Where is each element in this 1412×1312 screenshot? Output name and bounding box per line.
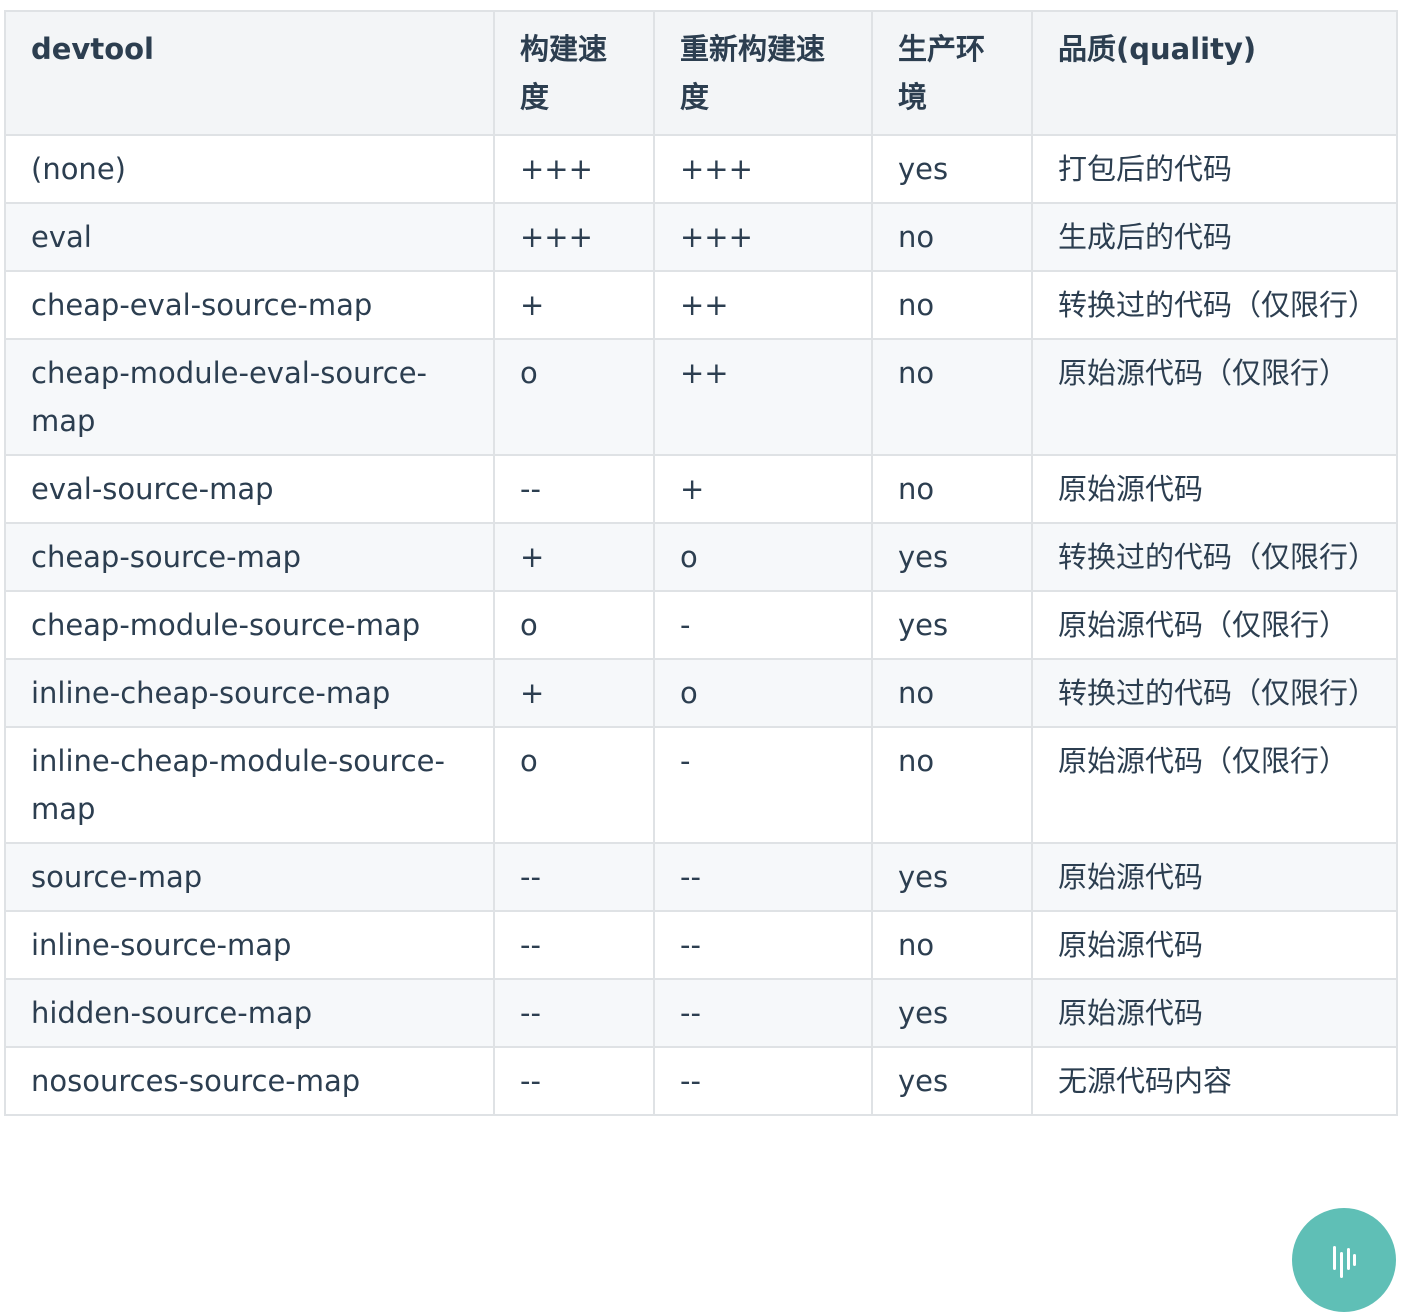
cell-build-speed: +: [493, 270, 655, 340]
cell-devtool: cheap-source-map: [4, 522, 495, 592]
cell-production: yes: [871, 1046, 1033, 1116]
cell-quality: 原始源代码（仅限行）: [1031, 338, 1398, 456]
cell-build-speed: --: [493, 910, 655, 980]
cell-build-speed: o: [493, 726, 655, 844]
cell-devtool: nosources-source-map: [4, 1046, 495, 1116]
table-row: nosources-source-map -- -- yes 无源代码内容: [4, 1046, 1398, 1116]
cell-quality: 无源代码内容: [1031, 1046, 1398, 1116]
cell-rebuild-speed: ++: [653, 338, 873, 456]
cell-quality: 原始源代码: [1031, 910, 1398, 980]
cell-quality: 原始源代码（仅限行）: [1031, 726, 1398, 844]
table-row: eval-source-map -- + no 原始源代码: [4, 454, 1398, 524]
table-row: (none) +++ +++ yes 打包后的代码: [4, 134, 1398, 204]
table-row: cheap-module-source-map o - yes 原始源代码（仅限行）: [4, 590, 1398, 660]
cell-devtool: cheap-module-source-map: [4, 590, 495, 660]
cell-devtool: source-map: [4, 842, 495, 912]
header-build-speed: 构建速度: [493, 10, 655, 136]
cell-build-speed: --: [493, 454, 655, 524]
cell-rebuild-speed: +: [653, 454, 873, 524]
cell-production: no: [871, 910, 1033, 980]
cell-rebuild-speed: -: [653, 726, 873, 844]
cell-rebuild-speed: +++: [653, 202, 873, 272]
cell-quality: 转换过的代码（仅限行）: [1031, 522, 1398, 592]
table-row: hidden-source-map -- -- yes 原始源代码: [4, 978, 1398, 1048]
table-header-row: devtool 构建速度 重新构建速度 生产环境 品质(quality): [4, 10, 1398, 136]
cell-quality: 打包后的代码: [1031, 134, 1398, 204]
cell-production: yes: [871, 590, 1033, 660]
header-quality: 品质(quality): [1031, 10, 1398, 136]
cell-rebuild-speed: --: [653, 842, 873, 912]
cell-devtool: (none): [4, 134, 495, 204]
cell-quality: 生成后的代码: [1031, 202, 1398, 272]
cell-build-speed: +++: [493, 134, 655, 204]
cell-build-speed: --: [493, 842, 655, 912]
header-devtool: devtool: [4, 10, 495, 136]
cell-devtool: cheap-module-eval-source-map: [4, 338, 495, 456]
cell-rebuild-speed: o: [653, 658, 873, 728]
cell-build-speed: o: [493, 590, 655, 660]
sound-wave-icon: [1333, 1246, 1356, 1278]
cell-build-speed: --: [493, 978, 655, 1048]
cell-devtool: inline-source-map: [4, 910, 495, 980]
cell-quality: 原始源代码: [1031, 978, 1398, 1048]
cell-build-speed: o: [493, 338, 655, 456]
table-row: cheap-module-eval-source-map o ++ no 原始源代码（仅…: [4, 338, 1398, 456]
cell-production: no: [871, 202, 1033, 272]
cell-quality: 原始源代码: [1031, 842, 1398, 912]
cell-production: yes: [871, 842, 1033, 912]
cell-quality: 转换过的代码（仅限行）: [1031, 658, 1398, 728]
cell-production: no: [871, 454, 1033, 524]
cell-build-speed: +: [493, 658, 655, 728]
cell-quality: 原始源代码: [1031, 454, 1398, 524]
cell-rebuild-speed: -: [653, 590, 873, 660]
cell-production: yes: [871, 978, 1033, 1048]
cell-production: yes: [871, 134, 1033, 204]
cell-production: yes: [871, 522, 1033, 592]
cell-production: no: [871, 726, 1033, 844]
cell-devtool: cheap-eval-source-map: [4, 270, 495, 340]
cell-production: no: [871, 270, 1033, 340]
devtool-comparison-table: devtool 构建速度 重新构建速度 生产环境 品质(quality) (no…: [4, 10, 1398, 1116]
table-row: source-map -- -- yes 原始源代码: [4, 842, 1398, 912]
cell-build-speed: --: [493, 1046, 655, 1116]
header-rebuild-speed: 重新构建速度: [653, 10, 873, 136]
cell-devtool: eval: [4, 202, 495, 272]
cell-rebuild-speed: +++: [653, 134, 873, 204]
cell-rebuild-speed: --: [653, 910, 873, 980]
cell-build-speed: +++: [493, 202, 655, 272]
cell-rebuild-speed: --: [653, 978, 873, 1048]
table-row: cheap-source-map + o yes 转换过的代码（仅限行）: [4, 522, 1398, 592]
table-row: eval +++ +++ no 生成后的代码: [4, 202, 1398, 272]
cell-devtool: inline-cheap-module-source-map: [4, 726, 495, 844]
cell-devtool: hidden-source-map: [4, 978, 495, 1048]
cell-devtool: eval-source-map: [4, 454, 495, 524]
table-row: inline-source-map -- -- no 原始源代码: [4, 910, 1398, 980]
table-row: inline-cheap-source-map + o no 转换过的代码（仅限行）: [4, 658, 1398, 728]
cell-rebuild-speed: ++: [653, 270, 873, 340]
table-row: cheap-eval-source-map + ++ no 转换过的代码（仅限行）: [4, 270, 1398, 340]
cell-rebuild-speed: --: [653, 1046, 873, 1116]
cell-devtool: inline-cheap-source-map: [4, 658, 495, 728]
cell-quality: 转换过的代码（仅限行）: [1031, 270, 1398, 340]
header-production: 生产环境: [871, 10, 1033, 136]
cell-quality: 原始源代码（仅限行）: [1031, 590, 1398, 660]
cell-rebuild-speed: o: [653, 522, 873, 592]
table-row: inline-cheap-module-source-map o - no 原始源代码（…: [4, 726, 1398, 844]
cell-build-speed: +: [493, 522, 655, 592]
floating-action-button[interactable]: [1292, 1208, 1396, 1312]
cell-production: no: [871, 658, 1033, 728]
cell-production: no: [871, 338, 1033, 456]
